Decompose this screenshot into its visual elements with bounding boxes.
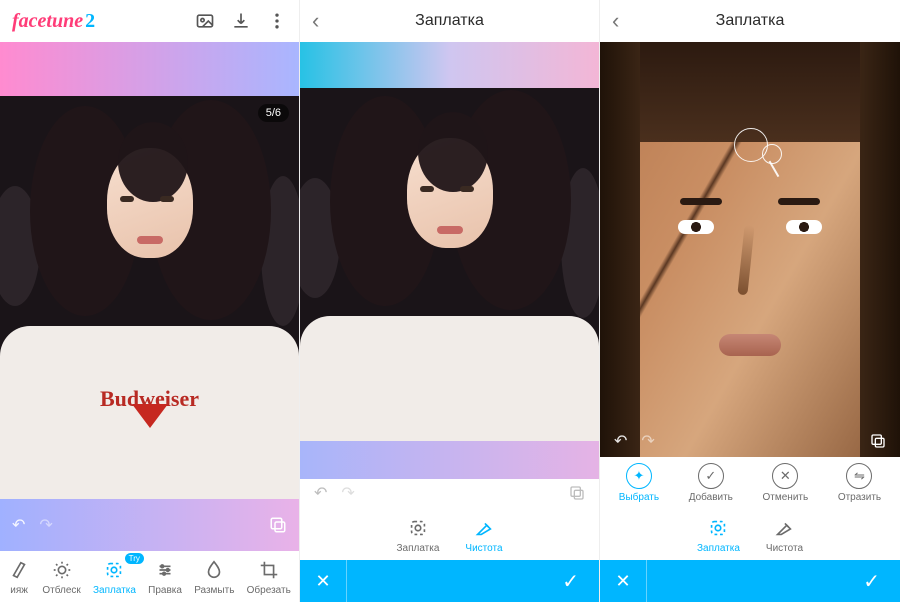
tool-patch[interactable]: Заплатка [697, 517, 740, 554]
back-icon[interactable]: ‹ [612, 8, 619, 34]
tool-patch[interactable]: TryЗаплатка [93, 559, 136, 596]
photo-canvas[interactable]: ↶ ↷ [600, 42, 900, 457]
tool-clean[interactable]: Чистота [465, 517, 502, 554]
tool-makeup[interactable]: ияж [8, 559, 30, 596]
cancel-select-button[interactable]: ✕Отменить [763, 463, 809, 503]
step-counter: 5/6 [258, 104, 289, 122]
gradient-banner [300, 42, 599, 88]
selection-row: ✦Выбрать ✓Добавить ✕Отменить ⇋Отразить [600, 457, 900, 507]
tool-patch[interactable]: Заплатка [396, 517, 439, 554]
download-icon[interactable] [231, 11, 251, 31]
back-icon[interactable]: ‹ [312, 8, 319, 34]
undo-icon[interactable]: ↶ [614, 431, 627, 451]
tool-glare[interactable]: Отблеск [42, 559, 80, 596]
tool-clean[interactable]: Чистота [766, 517, 803, 554]
redo-icon[interactable]: ↷ [39, 515, 52, 535]
main-toolbar: ияж Отблеск TryЗаплатка Правка Размыть О… [0, 551, 299, 602]
redo-icon[interactable]: ↷ [641, 431, 654, 451]
screen-title: Заплатка [716, 12, 785, 30]
add-button[interactable]: ✓Добавить [689, 463, 733, 503]
canvas-bottom-strip: ↶ ↷ [0, 499, 299, 551]
undo-icon[interactable]: ↶ [314, 483, 327, 503]
topbar: ‹ Заплатка [300, 0, 599, 42]
compare-icon[interactable] [569, 485, 585, 501]
gallery-icon[interactable] [195, 11, 215, 31]
apply-button[interactable]: ✓ [347, 560, 599, 602]
confirm-bar: ✕ ✓ [600, 560, 900, 602]
screen-main: facetune2 Budweiser [0, 0, 300, 602]
app-logo: facetune2 [12, 10, 95, 33]
undo-strip: ↶ ↷ [600, 425, 900, 457]
more-icon[interactable] [267, 11, 287, 31]
tool-crop[interactable]: Обрезать [247, 559, 291, 596]
tool-edit[interactable]: Правка [148, 559, 182, 596]
topbar: facetune2 [0, 0, 299, 42]
topbar: ‹ Заплатка [600, 0, 900, 42]
tool-blur[interactable]: Размыть [194, 559, 234, 596]
patch-toolbar: Заплатка Чистота [600, 507, 900, 560]
photo-canvas[interactable]: Budweiser 5/6 [0, 96, 299, 499]
redo-icon[interactable]: ↷ [341, 483, 354, 503]
patch-toolbar: Заплатка Чистота [300, 507, 599, 560]
photo-canvas[interactable] [300, 88, 599, 479]
brush-cursor-target [762, 144, 782, 164]
screen-title: Заплатка [415, 12, 484, 30]
undo-strip: ↶ ↷ [300, 479, 599, 507]
mirror-button[interactable]: ⇋Отразить [838, 463, 881, 503]
undo-icon[interactable]: ↶ [12, 515, 25, 535]
apply-button[interactable]: ✓ [647, 560, 900, 602]
screen-patch: ‹ Заплатка ↶ ↷ [300, 0, 600, 602]
cancel-button[interactable]: ✕ [300, 560, 347, 602]
confirm-bar: ✕ ✓ [300, 560, 599, 602]
compare-icon[interactable] [870, 433, 886, 449]
screen-patch-select: ‹ Заплатка ↶ ↷ ✦ [600, 0, 900, 602]
select-button[interactable]: ✦Выбрать [619, 463, 659, 503]
cancel-button[interactable]: ✕ [600, 560, 647, 602]
compare-icon[interactable] [269, 516, 287, 534]
gradient-banner [0, 42, 299, 96]
